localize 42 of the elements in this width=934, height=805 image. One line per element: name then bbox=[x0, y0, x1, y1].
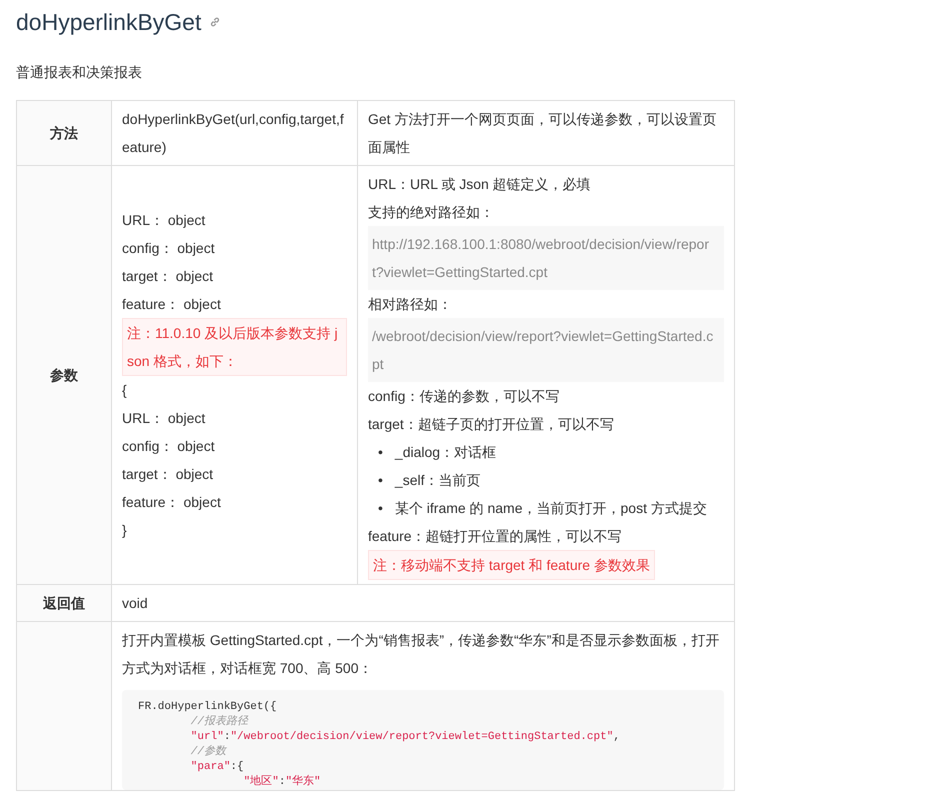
note-text: 注：移动端不支持 target 和 feature 参数效果 bbox=[368, 550, 655, 580]
cell-text: config： object bbox=[122, 437, 216, 456]
row-header: 参数 bbox=[50, 367, 78, 383]
code-line: //报表路径 bbox=[190, 715, 248, 730]
cell-text: Get 方法打开一个网页页面，可以传递参数，可以设置页面属性 bbox=[368, 110, 718, 157]
cell-text: feature：超链打开位置的属性，可以不写 bbox=[368, 527, 623, 546]
cell-text: URL： object bbox=[122, 211, 206, 230]
cell-text: feature： object bbox=[122, 295, 222, 314]
code-line: "para":{ bbox=[190, 760, 244, 775]
cell-text: config：传递的参数，可以不写 bbox=[368, 387, 560, 406]
code-line: FR.doHyperlinkByGet({ bbox=[138, 700, 277, 715]
cell-text: 相对路径如： bbox=[368, 295, 453, 314]
cell-text: target： object bbox=[122, 465, 214, 484]
path-example: http://192.168.100.1:8080/webroot/decision/view/report?viewlet=GettingStarted.cpt bbox=[368, 226, 724, 290]
subtitle: 普通报表和决策报表 bbox=[16, 63, 142, 82]
list-item: _dialog：对话框 bbox=[394, 443, 496, 462]
row-header: 返回值 bbox=[43, 595, 85, 611]
bullet-mark: • bbox=[378, 443, 383, 462]
cell-text: doHyperlinkByGet(url,config,target,feature) bbox=[122, 110, 345, 157]
cell-text: URL：URL 或 Json 超链定义，必填 bbox=[368, 175, 592, 194]
cell-text: target： object bbox=[122, 267, 214, 286]
bullet-mark: • bbox=[378, 471, 383, 490]
link-icon[interactable] bbox=[209, 16, 222, 28]
cell-text: } bbox=[122, 521, 128, 540]
list-item: 某个 iframe 的 name，当前页打开，post 方式提交 bbox=[394, 499, 707, 518]
cell-text: config： object bbox=[122, 239, 216, 258]
cell-text: feature： object bbox=[122, 493, 222, 512]
cell-text: target：超链子页的打开位置，可以不写 bbox=[368, 415, 615, 434]
code-line: "地区":"华东" bbox=[242, 775, 321, 790]
page-title: doHyperlinkByGet bbox=[16, 8, 202, 37]
path-example: /webroot/decision/view/report?viewlet=GettingStarted.cpt bbox=[368, 318, 724, 382]
bullet-mark: • bbox=[378, 499, 383, 518]
cell-text: void bbox=[122, 594, 149, 613]
list-item: _self：当前页 bbox=[394, 471, 480, 490]
row-header: 方法 bbox=[50, 125, 78, 141]
code-line: //参数 bbox=[190, 745, 226, 760]
code-line: "url":"/webroot/decision/view/report?viewlet=GettingStarted.cpt", bbox=[190, 730, 620, 745]
cell-text: { bbox=[122, 381, 128, 400]
cell-text: 打开内置模板 GettingStarted.cpt，一个为“销售报表”，传递参数“华东”和是否显示参数面板，打开方式为对话框，对话框宽 700、高 500： bbox=[122, 631, 720, 678]
cell-text: 支持的绝对路径如： bbox=[368, 203, 495, 222]
note-text: 注：11.0.10 及以后版本参数支持 json 格式，如下： bbox=[122, 318, 347, 376]
cell-text: URL： object bbox=[122, 409, 206, 428]
